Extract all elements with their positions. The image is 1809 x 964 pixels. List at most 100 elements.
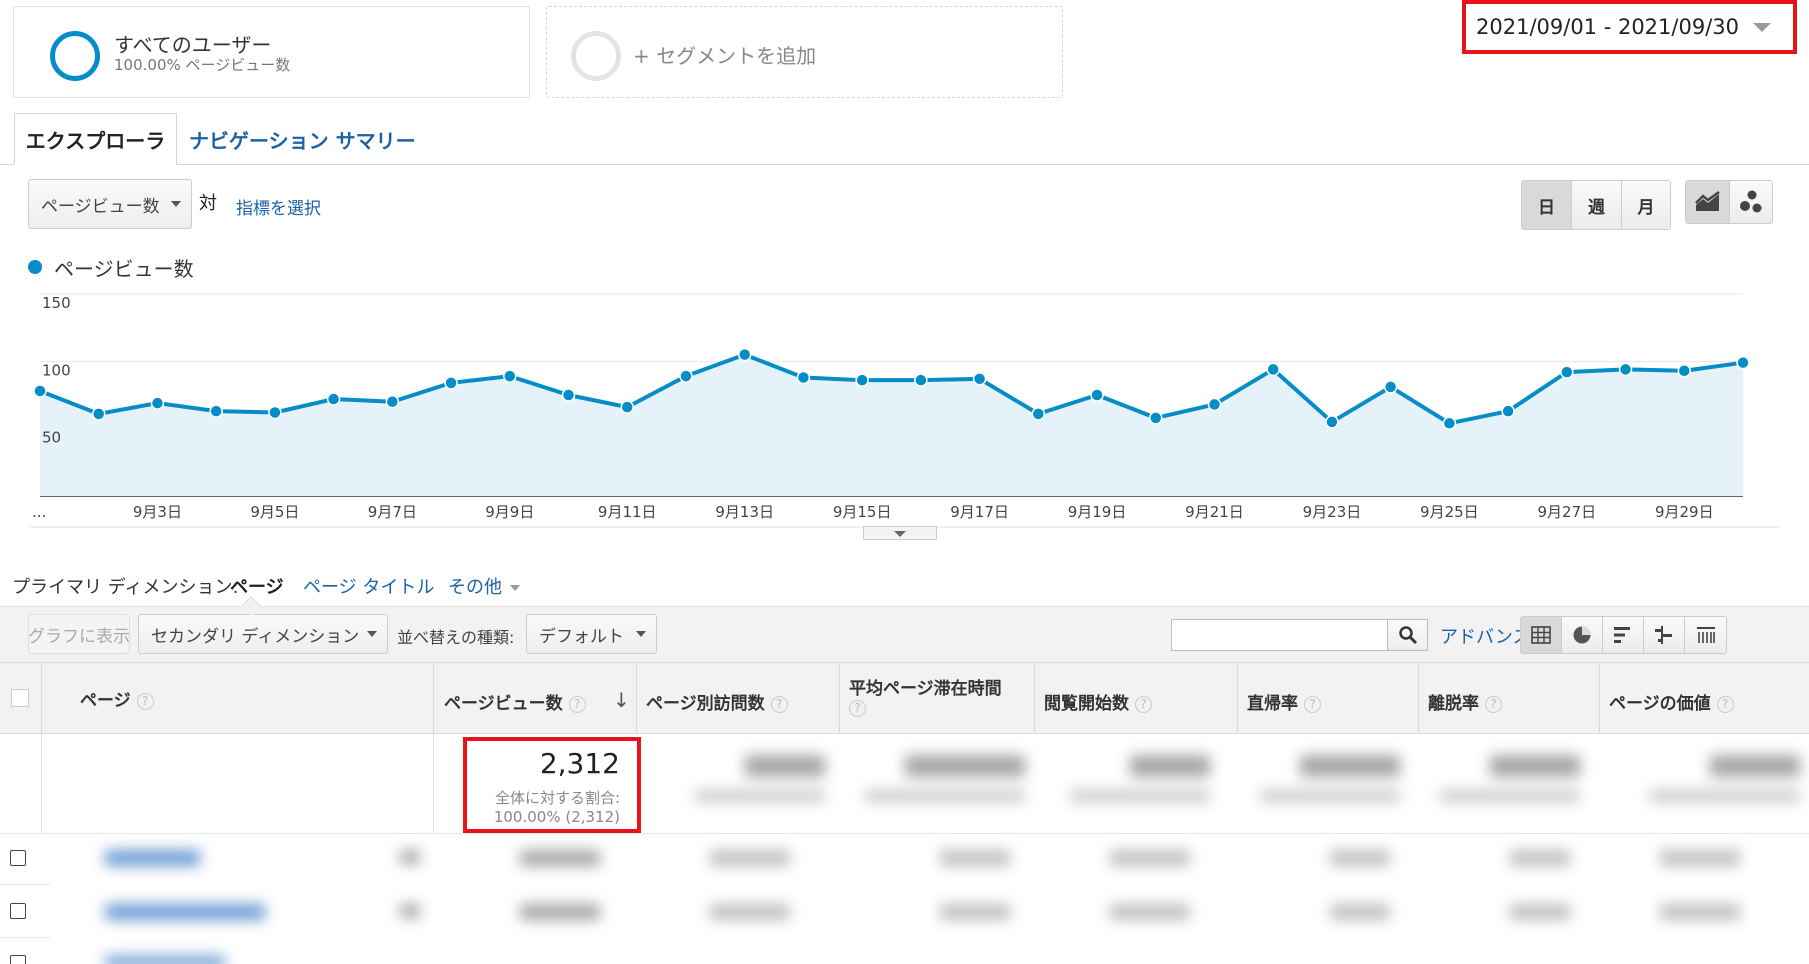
data-point[interactable] bbox=[385, 394, 400, 409]
sort-descending-icon[interactable]: ↓ bbox=[613, 688, 630, 712]
column-page-label: ページ bbox=[80, 691, 131, 711]
data-point[interactable] bbox=[91, 407, 106, 421]
data-point[interactable] bbox=[679, 369, 693, 383]
table-view-toggle bbox=[1520, 616, 1727, 654]
data-point[interactable] bbox=[972, 372, 987, 386]
select-all-checkbox[interactable] bbox=[11, 689, 29, 707]
pageviews-total-value: 2,312 bbox=[539, 747, 620, 780]
data-point[interactable] bbox=[1031, 407, 1046, 421]
chart-type-toggle bbox=[1685, 180, 1773, 224]
metric-select[interactable]: ページビュー数 bbox=[28, 179, 192, 229]
dimension-page-tab[interactable]: ページ bbox=[230, 573, 284, 599]
add-segment-button[interactable]: + セグメントを追加 bbox=[546, 6, 1063, 98]
table-view-button[interactable] bbox=[1521, 617, 1562, 653]
data-point[interactable] bbox=[268, 405, 282, 420]
search-button[interactable] bbox=[1388, 619, 1428, 651]
row-divider bbox=[0, 884, 50, 885]
period-month-button[interactable]: 月 bbox=[1622, 181, 1670, 229]
tab-explorer[interactable]: エクスプローラ bbox=[14, 113, 177, 165]
help-icon[interactable]: ? bbox=[1135, 695, 1152, 713]
data-point[interactable] bbox=[150, 396, 165, 410]
dropdown-arrow-icon bbox=[171, 201, 181, 207]
data-point[interactable] bbox=[737, 347, 752, 362]
column-bounce-rate[interactable]: 直帰率? bbox=[1237, 662, 1418, 734]
pie-chart-icon bbox=[1573, 626, 1591, 644]
data-point[interactable] bbox=[796, 370, 811, 385]
chevron-down-icon bbox=[1753, 22, 1772, 32]
plot-rows-button[interactable]: グラフに表示 bbox=[28, 614, 130, 654]
comparison-view-button[interactable] bbox=[1644, 617, 1685, 653]
date-range-text: 2021/09/01 - 2021/09/30 bbox=[1476, 15, 1740, 39]
column-exit-rate[interactable]: 離脱率? bbox=[1418, 662, 1599, 734]
period-day-button[interactable]: 日 bbox=[1522, 181, 1572, 229]
data-point[interactable] bbox=[1207, 397, 1222, 412]
data-point[interactable] bbox=[1560, 365, 1574, 379]
data-point[interactable] bbox=[1677, 364, 1692, 378]
y-tick-label: 50 bbox=[42, 429, 61, 447]
column-bounce-rate-label: 直帰率 bbox=[1247, 694, 1298, 714]
data-point[interactable] bbox=[1501, 404, 1515, 418]
row-checkbox[interactable] bbox=[10, 955, 26, 964]
sort-type-select[interactable]: デフォルト bbox=[526, 614, 657, 654]
data-point[interactable] bbox=[33, 384, 47, 398]
row-checkbox[interactable] bbox=[10, 903, 26, 919]
data-point[interactable] bbox=[1736, 355, 1750, 370]
data-point[interactable] bbox=[209, 404, 223, 418]
column-avg-time[interactable]: 平均ページ滞在時間 ? bbox=[839, 662, 1034, 734]
data-point[interactable] bbox=[1325, 415, 1339, 429]
pivot-table-icon bbox=[1696, 627, 1715, 643]
pivot-view-button[interactable] bbox=[1685, 617, 1726, 653]
help-icon[interactable]: ? bbox=[849, 700, 866, 717]
series-area bbox=[40, 354, 1743, 496]
x-tick-label: 9月25日 bbox=[1420, 503, 1479, 521]
data-point[interactable] bbox=[914, 373, 928, 387]
motion-chart-button[interactable] bbox=[1730, 181, 1772, 223]
help-icon[interactable]: ? bbox=[1304, 695, 1321, 713]
tab-navigation-summary[interactable]: ナビゲーション サマリー bbox=[189, 125, 416, 154]
line-chart-button[interactable] bbox=[1686, 181, 1730, 223]
help-icon[interactable]: ? bbox=[1485, 695, 1502, 713]
segment-all-users[interactable]: すべてのユーザー 100.00% ページビュー数 bbox=[13, 6, 530, 98]
advanced-filter-link[interactable]: アドバンス bbox=[1440, 623, 1531, 649]
y-tick-label: 100 bbox=[42, 361, 71, 379]
dimension-other-link[interactable]: その他 bbox=[448, 573, 520, 599]
x-tick-label: 9月27日 bbox=[1538, 503, 1597, 521]
help-icon[interactable]: ? bbox=[136, 692, 154, 710]
secondary-dimension-label: セカンダリ ディメンション bbox=[151, 626, 360, 647]
table-search-input[interactable] bbox=[1171, 619, 1388, 651]
data-point[interactable] bbox=[503, 369, 517, 383]
secondary-dimension-select[interactable]: セカンダリ ディメンション bbox=[138, 614, 388, 654]
column-entrances[interactable]: 閲覧開始数? bbox=[1034, 662, 1237, 734]
column-page[interactable]: ページ? bbox=[41, 662, 433, 734]
column-unique-pageviews[interactable]: ページ別訪問数? bbox=[636, 662, 839, 734]
performance-view-button[interactable] bbox=[1603, 617, 1644, 653]
data-point[interactable] bbox=[1266, 362, 1280, 377]
period-week-button[interactable]: 週 bbox=[1572, 181, 1622, 229]
line-chart-icon bbox=[1694, 191, 1720, 211]
data-point[interactable] bbox=[1618, 362, 1633, 377]
data-point[interactable] bbox=[855, 373, 869, 387]
column-page-value-label: ページの価値 bbox=[1609, 694, 1711, 714]
chart-expand-handle[interactable] bbox=[863, 526, 937, 540]
period-toggle: 日 週 月 bbox=[1521, 180, 1671, 230]
column-pageviews[interactable]: ページビュー数? bbox=[433, 662, 636, 734]
row-checkbox[interactable] bbox=[10, 850, 26, 866]
help-icon[interactable]: ? bbox=[568, 695, 586, 713]
data-point[interactable] bbox=[1149, 411, 1163, 425]
dropdown-arrow-icon bbox=[367, 631, 377, 637]
data-point[interactable] bbox=[444, 376, 458, 390]
help-icon[interactable]: ? bbox=[1716, 695, 1734, 713]
percentage-view-button[interactable] bbox=[1562, 617, 1603, 653]
choose-metric-link[interactable]: 指標を選択 bbox=[236, 194, 321, 219]
sort-type-value: デフォルト bbox=[539, 626, 624, 647]
data-point[interactable] bbox=[1090, 388, 1104, 402]
data-point[interactable] bbox=[1383, 380, 1398, 394]
data-point[interactable] bbox=[326, 392, 341, 406]
help-icon[interactable]: ? bbox=[770, 695, 788, 713]
date-range-picker[interactable]: 2021/09/01 - 2021/09/30 bbox=[1462, 0, 1797, 54]
dimension-page-title-link[interactable]: ページ タイトル bbox=[303, 573, 434, 599]
data-point[interactable] bbox=[1442, 416, 1457, 431]
column-page-value[interactable]: ページの価値? bbox=[1599, 662, 1809, 734]
data-point[interactable] bbox=[620, 400, 634, 414]
data-point[interactable] bbox=[561, 388, 576, 402]
